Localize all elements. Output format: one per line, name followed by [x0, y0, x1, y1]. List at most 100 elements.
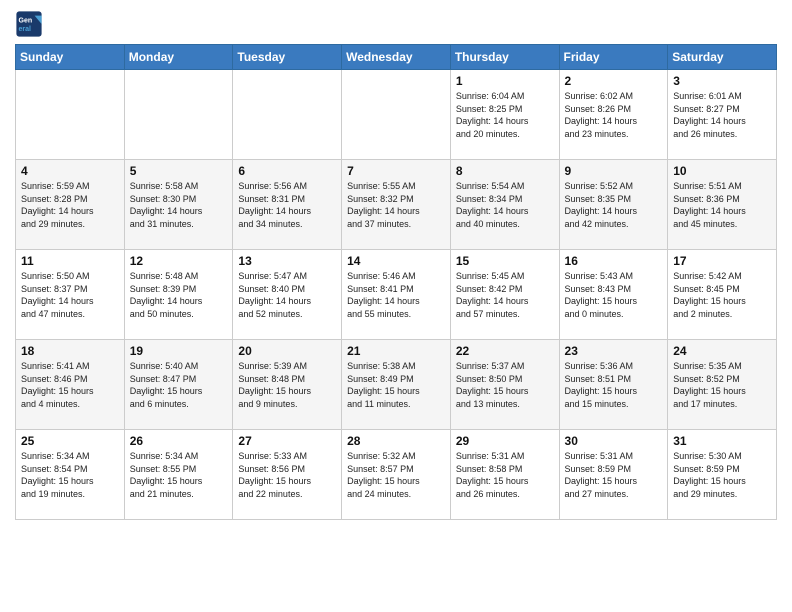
calendar-cell: 11Sunrise: 5:50 AM Sunset: 8:37 PM Dayli… [16, 250, 125, 340]
day-number: 17 [673, 254, 771, 268]
day-number: 28 [347, 434, 445, 448]
day-number: 24 [673, 344, 771, 358]
day-number: 12 [130, 254, 228, 268]
calendar-cell [124, 70, 233, 160]
calendar-week-4: 18 Sunrise: 5:41 AM Sunset: 8:46 PM Dayli… [16, 340, 777, 430]
calendar-cell: 15Sunrise: 5:45 AM Sunset: 8:42 PM Dayli… [450, 250, 559, 340]
calendar-cell: 30Sunrise: 5:31 AM Sunset: 8:59 PM Dayli… [559, 430, 668, 520]
day-info: Sunrise: 5:48 AM Sunset: 8:39 PM Dayligh… [130, 270, 228, 320]
day-number: 13 [238, 254, 336, 268]
page: Gen eral SundayMondayTuesdayWednesdayThu… [0, 0, 792, 535]
weekday-header-row: SundayMondayTuesdayWednesdayThursdayFrid… [16, 45, 777, 70]
calendar-cell: 18 Sunrise: 5:41 AM Sunset: 8:46 PM Dayli… [16, 340, 125, 430]
calendar-week-2: 4 Sunrise: 5:59 AM Sunset: 8:28 PM Daylig… [16, 160, 777, 250]
calendar-cell: 1 Sunrise: 6:04 AM Sunset: 8:25 PM Daylig… [450, 70, 559, 160]
calendar-cell: 20 Sunrise: 5:39 AM Sunset: 8:48 PM Dayli… [233, 340, 342, 430]
day-number: 7 [347, 164, 445, 178]
calendar-cell: 2 Sunrise: 6:02 AM Sunset: 8:26 PM Daylig… [559, 70, 668, 160]
day-number: 1 [456, 74, 554, 88]
day-info: Sunrise: 5:43 AM Sunset: 8:43 PM Dayligh… [565, 270, 663, 320]
day-info: Sunrise: 5:40 AM Sunset: 8:47 PM Dayligh… [130, 360, 228, 410]
calendar-cell: 3Sunrise: 6:01 AM Sunset: 8:27 PM Daylig… [668, 70, 777, 160]
day-info: Sunrise: 6:02 AM Sunset: 8:26 PM Dayligh… [565, 90, 663, 140]
calendar-cell: 6Sunrise: 5:56 AM Sunset: 8:31 PM Daylig… [233, 160, 342, 250]
day-number: 22 [456, 344, 554, 358]
calendar-cell: 5Sunrise: 5:58 AM Sunset: 8:30 PM Daylig… [124, 160, 233, 250]
day-info: Sunrise: 5:42 AM Sunset: 8:45 PM Dayligh… [673, 270, 771, 320]
day-number: 18 [21, 344, 119, 358]
day-info: Sunrise: 5:33 AM Sunset: 8:56 PM Dayligh… [238, 450, 336, 500]
calendar-cell: 23 Sunrise: 5:36 AM Sunset: 8:51 PM Dayli… [559, 340, 668, 430]
calendar-week-3: 11Sunrise: 5:50 AM Sunset: 8:37 PM Dayli… [16, 250, 777, 340]
day-info: Sunrise: 5:31 AM Sunset: 8:58 PM Dayligh… [456, 450, 554, 500]
day-info: Sunrise: 6:01 AM Sunset: 8:27 PM Dayligh… [673, 90, 771, 140]
day-number: 16 [565, 254, 663, 268]
calendar-cell: 17 Sunrise: 5:42 AM Sunset: 8:45 PM Dayli… [668, 250, 777, 340]
day-info: Sunrise: 5:52 AM Sunset: 8:35 PM Dayligh… [565, 180, 663, 230]
day-info: Sunrise: 5:36 AM Sunset: 8:51 PM Dayligh… [565, 360, 663, 410]
day-info: Sunrise: 5:35 AM Sunset: 8:52 PM Dayligh… [673, 360, 771, 410]
calendar-cell: 31 Sunrise: 5:30 AM Sunset: 8:59 PM Dayli… [668, 430, 777, 520]
calendar-cell: 28Sunrise: 5:32 AM Sunset: 8:57 PM Dayli… [342, 430, 451, 520]
day-number: 15 [456, 254, 554, 268]
weekday-monday: Monday [124, 45, 233, 70]
calendar-cell: 22 Sunrise: 5:37 AM Sunset: 8:50 PM Dayli… [450, 340, 559, 430]
calendar-cell: 16 Sunrise: 5:43 AM Sunset: 8:43 PM Dayli… [559, 250, 668, 340]
calendar-cell [16, 70, 125, 160]
day-info: Sunrise: 5:34 AM Sunset: 8:55 PM Dayligh… [130, 450, 228, 500]
calendar-cell: 9 Sunrise: 5:52 AM Sunset: 8:35 PM Daylig… [559, 160, 668, 250]
calendar-cell [342, 70, 451, 160]
day-info: Sunrise: 5:41 AM Sunset: 8:46 PM Dayligh… [21, 360, 119, 410]
day-number: 23 [565, 344, 663, 358]
calendar-table: SundayMondayTuesdayWednesdayThursdayFrid… [15, 44, 777, 520]
day-number: 6 [238, 164, 336, 178]
weekday-saturday: Saturday [668, 45, 777, 70]
logo-icon: Gen eral [15, 10, 43, 38]
calendar-cell: 25 Sunrise: 5:34 AM Sunset: 8:54 PM Dayli… [16, 430, 125, 520]
calendar-cell: 4 Sunrise: 5:59 AM Sunset: 8:28 PM Daylig… [16, 160, 125, 250]
day-info: Sunrise: 5:54 AM Sunset: 8:34 PM Dayligh… [456, 180, 554, 230]
day-number: 4 [21, 164, 119, 178]
calendar-cell: 13 Sunrise: 5:47 AM Sunset: 8:40 PM Dayli… [233, 250, 342, 340]
weekday-tuesday: Tuesday [233, 45, 342, 70]
day-number: 29 [456, 434, 554, 448]
calendar-cell: 7 Sunrise: 5:55 AM Sunset: 8:32 PM Daylig… [342, 160, 451, 250]
calendar-cell: 12 Sunrise: 5:48 AM Sunset: 8:39 PM Dayli… [124, 250, 233, 340]
day-number: 8 [456, 164, 554, 178]
day-number: 14 [347, 254, 445, 268]
calendar-week-5: 25 Sunrise: 5:34 AM Sunset: 8:54 PM Dayli… [16, 430, 777, 520]
day-info: Sunrise: 5:31 AM Sunset: 8:59 PM Dayligh… [565, 450, 663, 500]
day-info: Sunrise: 5:51 AM Sunset: 8:36 PM Dayligh… [673, 180, 771, 230]
day-info: Sunrise: 5:30 AM Sunset: 8:59 PM Dayligh… [673, 450, 771, 500]
calendar-cell: 8 Sunrise: 5:54 AM Sunset: 8:34 PM Daylig… [450, 160, 559, 250]
day-info: Sunrise: 5:34 AM Sunset: 8:54 PM Dayligh… [21, 450, 119, 500]
day-info: Sunrise: 5:38 AM Sunset: 8:49 PM Dayligh… [347, 360, 445, 410]
day-number: 5 [130, 164, 228, 178]
calendar-cell: 14Sunrise: 5:46 AM Sunset: 8:41 PM Dayli… [342, 250, 451, 340]
day-info: Sunrise: 5:47 AM Sunset: 8:40 PM Dayligh… [238, 270, 336, 320]
day-number: 31 [673, 434, 771, 448]
calendar-cell: 19 Sunrise: 5:40 AM Sunset: 8:47 PM Dayli… [124, 340, 233, 430]
day-number: 9 [565, 164, 663, 178]
day-number: 19 [130, 344, 228, 358]
weekday-friday: Friday [559, 45, 668, 70]
day-info: Sunrise: 5:37 AM Sunset: 8:50 PM Dayligh… [456, 360, 554, 410]
svg-text:Gen: Gen [19, 18, 33, 25]
day-number: 11 [21, 254, 119, 268]
day-info: Sunrise: 6:04 AM Sunset: 8:25 PM Dayligh… [456, 90, 554, 140]
day-number: 25 [21, 434, 119, 448]
day-number: 27 [238, 434, 336, 448]
day-info: Sunrise: 5:39 AM Sunset: 8:48 PM Dayligh… [238, 360, 336, 410]
calendar-cell: 26Sunrise: 5:34 AM Sunset: 8:55 PM Dayli… [124, 430, 233, 520]
day-number: 20 [238, 344, 336, 358]
calendar-cell [233, 70, 342, 160]
calendar-cell: 21Sunrise: 5:38 AM Sunset: 8:49 PM Dayli… [342, 340, 451, 430]
day-info: Sunrise: 5:59 AM Sunset: 8:28 PM Dayligh… [21, 180, 119, 230]
header: Gen eral [15, 10, 777, 38]
calendar-week-1: 1 Sunrise: 6:04 AM Sunset: 8:25 PM Daylig… [16, 70, 777, 160]
weekday-thursday: Thursday [450, 45, 559, 70]
day-info: Sunrise: 5:55 AM Sunset: 8:32 PM Dayligh… [347, 180, 445, 230]
calendar-cell: 10Sunrise: 5:51 AM Sunset: 8:36 PM Dayli… [668, 160, 777, 250]
calendar-cell: 27 Sunrise: 5:33 AM Sunset: 8:56 PM Dayli… [233, 430, 342, 520]
day-number: 2 [565, 74, 663, 88]
